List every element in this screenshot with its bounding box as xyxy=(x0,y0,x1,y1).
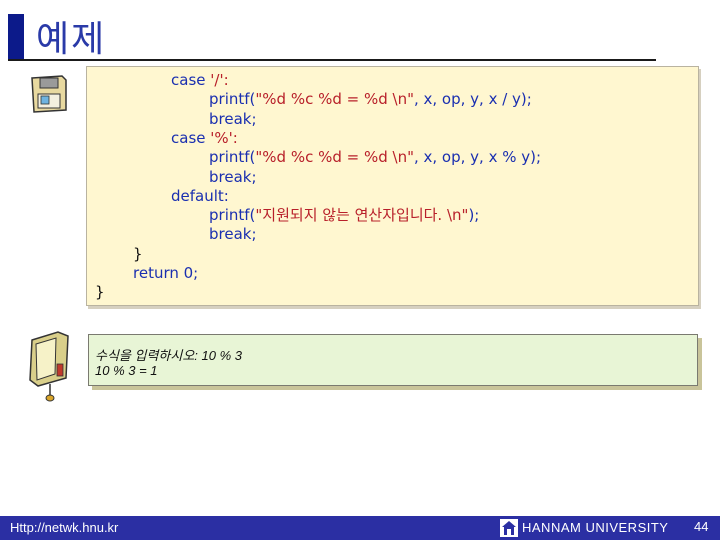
output-line: 10 % 3 = 1 xyxy=(95,363,158,378)
code-line: break; xyxy=(209,168,257,187)
floppy-disk-icon xyxy=(31,75,67,113)
code-token: "지원되지 않는 연산자입니다. \n" xyxy=(255,206,469,225)
code-line: printf("%d %c %d = %d \n", x, op, y, x /… xyxy=(209,90,532,109)
footer-bar: Http://netwk.hnu.kr HANNAM UNIVERSITY 44 xyxy=(0,516,720,540)
code-line: printf("지원되지 않는 연산자입니다. \n"); xyxy=(209,206,479,225)
code-token: printf( xyxy=(209,90,256,109)
code-token: break; xyxy=(209,225,257,244)
code-token: , x, op, y, x / y); xyxy=(413,90,532,109)
code-token: "%d %c %d = %d \n" xyxy=(255,90,414,109)
code-token: '%': xyxy=(210,128,238,147)
code-token: , x, op, y, x % y); xyxy=(413,148,542,167)
code-token: printf( xyxy=(209,206,256,225)
code-line: case '/': xyxy=(171,71,229,90)
footer-university-name: HANNAM UNIVERSITY xyxy=(522,520,669,535)
console-output-panel: 수식을 입력하시오: 10 % 3 10 % 3 = 1 xyxy=(88,334,698,386)
page-title: 예제 xyxy=(36,19,107,60)
code-line: break; xyxy=(209,110,257,129)
output-line: 수식을 입력하시오: 10 % 3 xyxy=(95,348,242,363)
code-token: default: xyxy=(171,186,229,205)
code-token: return 0; xyxy=(133,264,199,282)
page-number: 44 xyxy=(694,519,709,534)
code-token: } xyxy=(95,283,105,302)
code-line: default: xyxy=(171,187,229,206)
university-logo-icon xyxy=(500,519,518,537)
footer-url-link[interactable]: Http://netwk.hnu.kr xyxy=(10,520,118,535)
code-line: break; xyxy=(209,225,257,244)
code-line: return 0; xyxy=(133,264,198,283)
code-line: } xyxy=(133,245,143,264)
code-token: } xyxy=(133,244,143,263)
code-panel: case '/': printf("%d %c %d = %d \n", x, o… xyxy=(86,66,699,306)
code-token: case xyxy=(171,71,211,89)
code-token: "%d %c %d = %d \n" xyxy=(255,148,414,167)
monitor-icon xyxy=(29,331,69,402)
title-accent-bar xyxy=(8,14,24,60)
code-token: printf( xyxy=(209,148,256,167)
code-token: case xyxy=(171,128,211,147)
code-token: ); xyxy=(468,206,480,225)
code-token: '/': xyxy=(210,71,229,89)
code-token: break; xyxy=(209,109,257,128)
code-token: break; xyxy=(209,167,257,186)
code-line: } xyxy=(95,283,105,302)
title-divider xyxy=(8,59,656,61)
code-line: printf("%d %c %d = %d \n", x, op, y, x %… xyxy=(209,148,541,167)
code-line: case '%': xyxy=(171,129,238,148)
